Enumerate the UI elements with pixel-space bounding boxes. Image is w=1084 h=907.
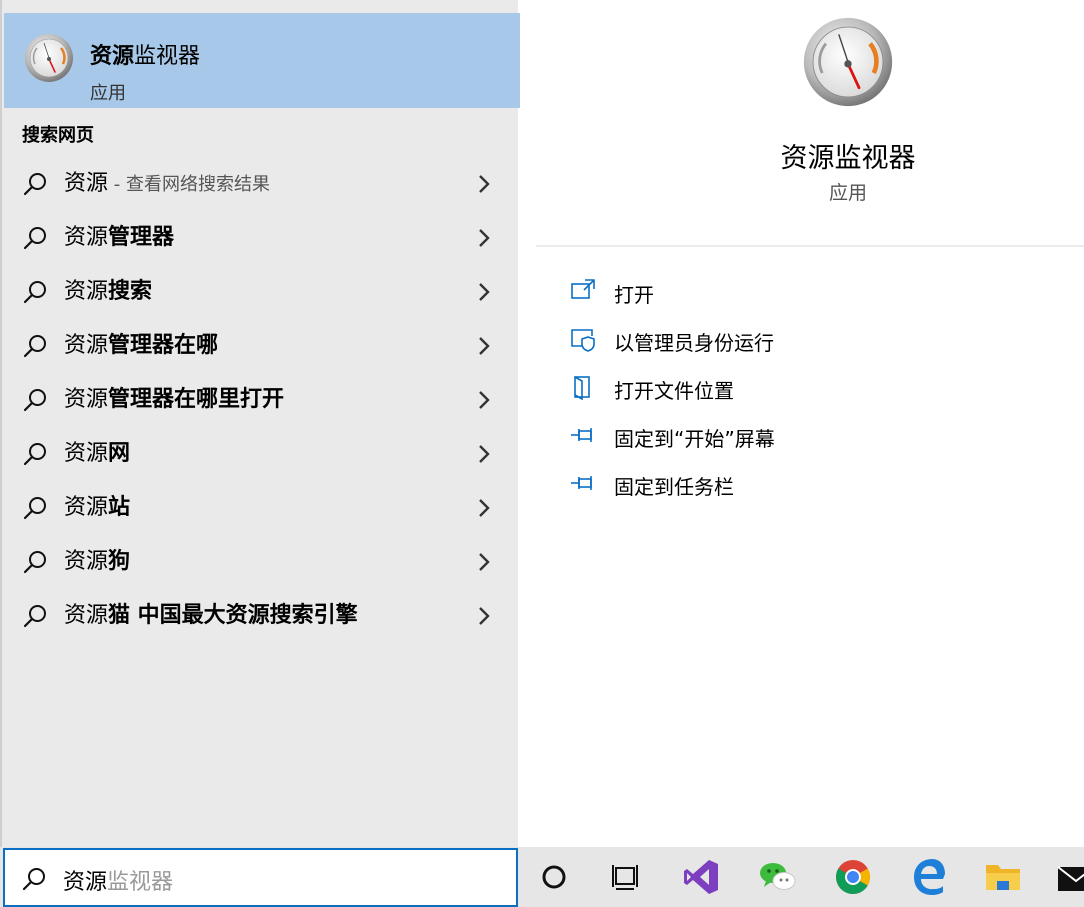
search-icon (21, 866, 47, 892)
suggestion-text: 资源管理器在哪里打开 (64, 387, 285, 412)
detail-subtitle: 应用 (828, 182, 867, 204)
action-pin-to-taskbar[interactable]: 固定到任务栏 (570, 462, 1050, 510)
search-icon (22, 333, 48, 359)
suggestion-text: 资源网 (64, 441, 131, 466)
web-suggestion[interactable]: 资源网 (4, 428, 520, 482)
taskbar: 资源监视器 (0, 847, 1084, 907)
chevron-right-icon[interactable] (476, 336, 492, 356)
search-icon (22, 171, 48, 197)
file-explorer-icon[interactable] (981, 855, 1025, 899)
wechat-icon[interactable] (756, 855, 800, 899)
chevron-right-icon[interactable] (476, 606, 492, 626)
suggestion-text: 资源狗 (64, 549, 131, 574)
action-pin-to-start[interactable]: 固定到“开始”屏幕 (570, 414, 1050, 462)
shield-run-icon (571, 329, 595, 352)
chevron-right-icon[interactable] (476, 282, 492, 302)
chevron-right-icon[interactable] (476, 174, 492, 194)
suggestion-text: 资源管理器在哪 (64, 333, 219, 358)
web-suggestion[interactable]: 资源管理器 (4, 212, 520, 266)
detail-divider (536, 245, 1084, 247)
web-suggestions-list: 资源 - 查看网络搜索结果 资源管理器 资源搜索 资源管理器在哪 资源管理器在哪 (4, 158, 520, 644)
chevron-right-icon[interactable] (476, 390, 492, 410)
search-query[interactable]: 资源监视器 (63, 864, 173, 896)
best-match-item[interactable]: 资源监视器 应用 (4, 13, 520, 108)
cortana-icon[interactable] (532, 855, 576, 899)
suggestion-text: 资源站 (64, 495, 131, 520)
web-suggestion[interactable]: 资源搜索 (4, 266, 520, 320)
suggestion-text: 资源搜索 (64, 279, 153, 304)
web-suggestion[interactable]: 资源狗 (4, 536, 520, 590)
file-location-icon (574, 376, 590, 400)
chevron-right-icon[interactable] (476, 228, 492, 248)
detail-title: 资源监视器 (780, 143, 916, 174)
chevron-right-icon[interactable] (476, 552, 492, 572)
pin-icon (571, 476, 592, 490)
action-label: 打开 (614, 283, 654, 307)
chrome-icon[interactable] (831, 855, 875, 899)
chevron-right-icon[interactable] (476, 498, 492, 518)
web-suggestion[interactable]: 资源站 (4, 482, 520, 536)
web-suggestion[interactable]: 资源管理器在哪里打开 (4, 374, 520, 428)
suggestion-text: 资源 - 查看网络搜索结果 (64, 171, 270, 196)
search-input[interactable]: 资源监视器 (3, 848, 518, 907)
web-suggestion[interactable]: 资源 - 查看网络搜索结果 (4, 158, 520, 212)
edge-icon[interactable] (907, 855, 951, 899)
best-match-title: 资源监视器 (90, 44, 201, 69)
search-icon (22, 495, 48, 521)
action-label: 固定到“开始”屏幕 (614, 427, 775, 451)
web-section-header: 搜索网页 (22, 125, 94, 146)
action-label: 固定到任务栏 (614, 475, 734, 499)
best-match-subtitle: 应用 (90, 83, 126, 104)
action-list: 打开 以管理员身份运行 打开文件位置 固定到“开始”屏幕 固定到任务栏 (570, 270, 1050, 510)
mail-icon[interactable] (1052, 855, 1084, 899)
web-suggestion[interactable]: 资源管理器在哪 (4, 320, 520, 374)
search-icon (22, 441, 48, 467)
search-icon (22, 225, 48, 251)
search-icon (22, 549, 48, 575)
resource-monitor-gauge-icon (24, 33, 74, 83)
detail-pane: 资源监视器 应用 打开 以管理员身份运行 打开文件位置 固定到“开始”屏幕 固定… (536, 0, 1084, 847)
action-label: 以管理员身份运行 (614, 331, 774, 355)
visual-studio-icon[interactable] (680, 855, 724, 899)
search-icon (22, 279, 48, 305)
action-run-as-admin[interactable]: 以管理员身份运行 (570, 318, 1050, 366)
open-icon (571, 279, 595, 299)
action-open[interactable]: 打开 (570, 270, 1050, 318)
pin-icon (571, 428, 592, 442)
action-label: 打开文件位置 (614, 379, 734, 403)
search-icon (22, 387, 48, 413)
action-open-file-location[interactable]: 打开文件位置 (570, 366, 1050, 414)
task-view-icon[interactable] (604, 855, 648, 899)
start-search-window: 资源监视器 应用 搜索网页 资源 - 查看网络搜索结果 资源管理器 资源搜索 资… (0, 0, 1084, 907)
suggestion-text: 资源猫 中国最大资源搜索引擎 (64, 603, 358, 628)
resource-monitor-gauge-icon (802, 16, 894, 108)
suggestion-text: 资源管理器 (64, 225, 175, 250)
web-suggestion[interactable]: 资源猫 中国最大资源搜索引擎 (4, 590, 520, 644)
chevron-right-icon[interactable] (476, 444, 492, 464)
search-icon (22, 603, 48, 629)
results-pane: 资源监视器 应用 搜索网页 资源 - 查看网络搜索结果 资源管理器 资源搜索 资… (0, 0, 520, 847)
